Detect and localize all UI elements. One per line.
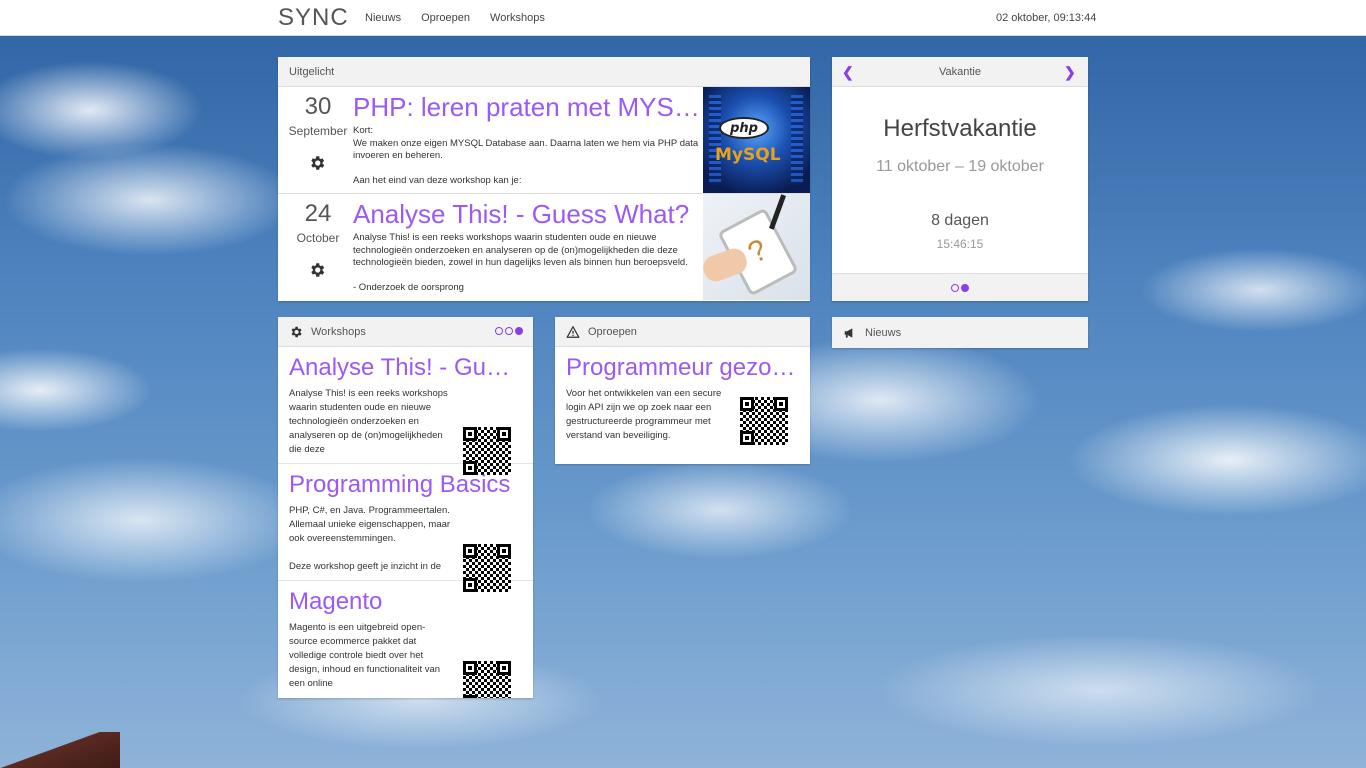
vacation-header-title: Vakantie <box>939 65 981 78</box>
vacation-header: ❮ Vakantie ❯ <box>832 57 1088 87</box>
workshops-pager <box>495 327 523 335</box>
featured-month: September <box>288 124 348 138</box>
featured-date: 24 October <box>278 200 358 245</box>
featured-day: 30 <box>304 93 332 120</box>
workshops-header: Workshops <box>278 317 533 347</box>
header-clock: 02 oktober, 09:13:44 <box>996 12 1097 24</box>
vacation-name: Herfstvakantie <box>883 115 1037 142</box>
featured-panel: Uitgelicht 30 September PHP: leren prate… <box>278 57 810 301</box>
featured-item[interactable]: 24 October Analyse This! - Guess What? A… <box>278 194 810 301</box>
workshops-panel: Workshops Analyse This! - Guess What? An… <box>278 317 533 698</box>
nav-link-workshops[interactable]: Workshops <box>490 12 545 24</box>
oproepen-header-title: Oproepen <box>588 325 637 338</box>
chevron-left-icon[interactable]: ❮ <box>842 65 856 79</box>
gear-icon <box>291 326 302 337</box>
featured-title[interactable]: Analyse This! - Guess What? <box>353 198 705 230</box>
featured-text: Analyse This! is een reeks workshops waa… <box>353 232 688 293</box>
pager-dot[interactable] <box>951 283 959 292</box>
featured-day: 24 <box>304 200 332 227</box>
php-logo-text: php <box>719 117 769 139</box>
nieuws-header-title: Nieuws <box>865 326 902 339</box>
vacation-countdown: 15:46:15 <box>936 237 984 251</box>
featured-date: 30 September <box>278 93 358 138</box>
mysql-logo-text: MySQL <box>715 145 781 165</box>
qr-code-icon <box>463 661 511 698</box>
oproepen-panel: Oproepen Programmeur gezocht Voor het on… <box>555 317 810 464</box>
featured-header: Uitgelicht <box>278 57 810 87</box>
workshop-item[interactable]: Analyse This! - Guess What? Analyse This… <box>278 347 533 475</box>
nav-link-nieuws[interactable]: Nieuws <box>365 12 401 24</box>
nav-link-oproepen[interactable]: Oproepen <box>421 12 470 24</box>
pager-dot-active[interactable] <box>515 327 523 335</box>
oproepen-header: Oproepen <box>555 317 810 347</box>
featured-title[interactable]: PHP: leren praten met MYSQL… <box>353 91 705 123</box>
oproep-title[interactable]: Programmeur gezocht <box>566 353 798 383</box>
main-nav: Nieuws Oproepen Workshops <box>365 12 545 24</box>
warning-icon <box>566 325 580 338</box>
nieuws-header: Nieuws <box>832 317 1088 348</box>
workshops-header-title: Workshops <box>311 325 366 338</box>
workshop-item[interactable]: Programming Basics PHP, C#, en Java. Pro… <box>278 464 533 592</box>
workshop-title[interactable]: Programming Basics <box>289 470 521 500</box>
chevron-right-icon[interactable]: ❯ <box>1064 65 1078 79</box>
vacation-days: 8 dagen <box>931 212 989 229</box>
vacation-pager <box>832 273 1088 301</box>
tablet-question-image: ? <box>703 194 810 300</box>
gear-icon <box>311 156 325 170</box>
workshop-text: Magento is een uitgebreid open-source ec… <box>289 622 441 689</box>
megaphone-icon <box>844 327 853 338</box>
vacation-range: 11 oktober – 19 oktober <box>876 158 1044 175</box>
workshop-title[interactable]: Analyse This! - Guess What? <box>289 353 521 383</box>
brand-logo[interactable]: SYNC <box>278 4 349 32</box>
gear-icon <box>311 263 325 277</box>
nieuws-panel: Nieuws <box>832 317 1088 348</box>
featured-item[interactable]: 30 September PHP: leren praten met MYSQL… <box>278 87 810 194</box>
featured-text: Kort: We maken onze eigen MYSQL Database… <box>353 125 699 186</box>
workshop-text: PHP, C#, en Java. Programmeertalen. Alle… <box>289 505 451 572</box>
top-navbar: SYNC Nieuws Oproepen Workshops 02 oktobe… <box>0 0 1366 36</box>
pager-dot[interactable] <box>495 327 503 335</box>
oproep-text: Voor het ontwikkelen van een secure logi… <box>566 388 722 441</box>
vacation-panel: ❮ Vakantie ❯ Herfstvakantie 11 oktober –… <box>832 57 1088 301</box>
qr-code-icon <box>740 397 788 445</box>
workshop-text: Analyse This! is een reeks workshops waa… <box>289 388 448 455</box>
workshop-title[interactable]: Magento <box>289 587 521 617</box>
php-mysql-image: php MySQL <box>703 87 810 193</box>
workshop-item[interactable]: Magento Magento is een uitgebreid open-s… <box>278 581 533 698</box>
pager-dot-active[interactable] <box>961 283 969 292</box>
pager-dot[interactable] <box>505 327 513 335</box>
roof-decoration <box>0 732 120 768</box>
featured-month: October <box>296 231 340 245</box>
